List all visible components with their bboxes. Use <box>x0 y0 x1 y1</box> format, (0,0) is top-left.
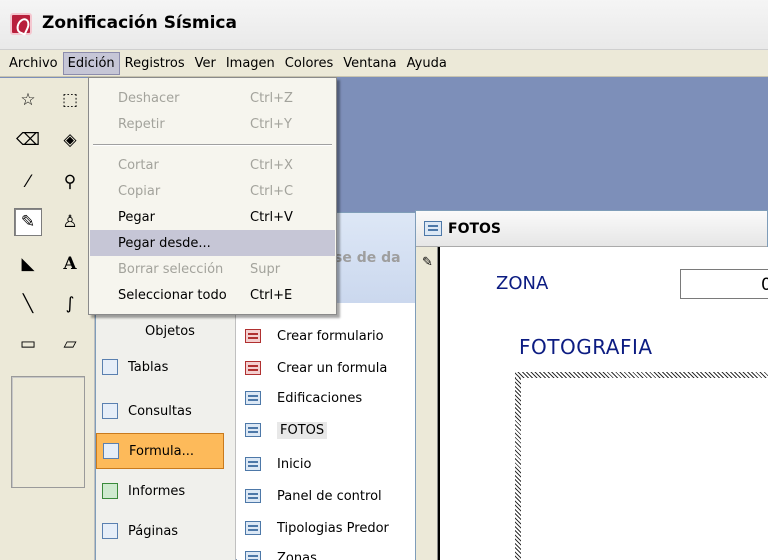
menu-imagen[interactable]: Imagen <box>221 52 280 75</box>
list-item[interactable]: Panel de control <box>245 485 382 507</box>
page-icon <box>102 523 118 539</box>
nav-item-tablas[interactable]: Tablas <box>96 349 236 385</box>
table-icon <box>102 359 118 375</box>
menu-item-pegar-desde[interactable]: Pegar desde... <box>90 230 335 256</box>
pencil-icon[interactable]: ✎ <box>14 208 42 236</box>
eraser-icon[interactable]: ⌫ <box>14 126 42 154</box>
menu-archivo[interactable]: Archivo <box>4 52 63 75</box>
tool-options-panel <box>11 376 85 488</box>
nav-item-consultas[interactable]: Consultas <box>96 393 236 429</box>
airbrush-icon[interactable]: ◣ <box>14 250 42 278</box>
text-icon[interactable]: A <box>56 250 84 278</box>
menu-item-deshacer[interactable]: Deshacer Ctrl+Z <box>90 85 335 111</box>
form-icon <box>245 521 261 535</box>
form-icon <box>245 489 261 503</box>
record-selector[interactable]: ✎ <box>416 247 438 560</box>
nav-item-label: Consultas <box>128 403 192 419</box>
list-item[interactable]: Crear formulario <box>245 325 384 347</box>
edit-pencil-icon: ✎ <box>422 255 433 270</box>
nav-item-formularios[interactable]: Formula... <box>96 433 224 469</box>
zona-value: 0 <box>761 275 768 295</box>
list-item[interactable]: Tipologias Predor <box>245 517 389 539</box>
report-icon <box>102 483 118 499</box>
menu-ver[interactable]: Ver <box>190 52 221 75</box>
eyedropper-icon[interactable]: ⁄ <box>14 168 42 196</box>
curve-icon[interactable]: ∫ <box>56 290 84 318</box>
fotos-form-window: FOTOS ✎ ZONA 0 FOTOGRAFIA <box>415 210 768 560</box>
form-wizard-icon <box>245 361 261 375</box>
nav-item-label: Tablas <box>128 359 169 375</box>
form-icon <box>424 221 442 236</box>
nav-item-paginas[interactable]: Páginas <box>96 513 236 549</box>
nav-header: Objetos <box>96 313 236 349</box>
list-item[interactable]: Edificaciones <box>245 387 362 409</box>
nav-header-label: Objetos <box>145 323 195 339</box>
fotos-title: FOTOS <box>448 221 501 237</box>
edit-menu-dropdown: Deshacer Ctrl+Z Repetir Ctrl+Y Cortar Ct… <box>88 77 337 315</box>
menu-edicion[interactable]: Edición <box>62 51 120 75</box>
menu-registros[interactable]: Registros <box>120 52 190 75</box>
rectangle-icon[interactable]: ▭ <box>14 330 42 358</box>
list-item[interactable]: FOTOS <box>245 419 328 441</box>
form-icon <box>245 457 261 471</box>
menu-item-repetir[interactable]: Repetir Ctrl+Y <box>90 111 335 137</box>
form-icon <box>245 391 261 405</box>
objects-nav: Objetos Tablas Consultas Formula... Info… <box>96 313 236 560</box>
fotos-titlebar[interactable]: FOTOS <box>416 211 767 247</box>
objects-list: Crear formulario Crear un formula Edific… <box>237 313 436 560</box>
fill-bucket-icon[interactable]: ◈ <box>56 126 84 154</box>
query-icon <box>102 403 118 419</box>
menu-item-pegar[interactable]: Pegar Ctrl+V <box>90 204 335 230</box>
list-item[interactable]: Crear un formula <box>245 357 387 379</box>
form-icon <box>245 423 261 437</box>
nav-item-label: Páginas <box>128 523 179 539</box>
nav-item-label: Informes <box>128 483 186 499</box>
brush-icon[interactable]: ♙ <box>56 208 84 236</box>
menu-item-cortar[interactable]: Cortar Ctrl+X <box>90 152 335 178</box>
line-icon[interactable]: ╲ <box>14 290 42 318</box>
app-icon <box>10 13 32 35</box>
database-window-title: se de da <box>334 250 401 266</box>
nav-item-informes[interactable]: Informes <box>96 473 236 509</box>
menu-item-copiar[interactable]: Copiar Ctrl+C <box>90 178 335 204</box>
menu-ayuda[interactable]: Ayuda <box>402 52 452 75</box>
zona-label: ZONA <box>496 273 549 294</box>
app-title: Zonificación Sísmica <box>42 13 237 33</box>
photo-frame[interactable] <box>509 366 768 560</box>
title-bar: Zonificación Sísmica <box>0 0 768 50</box>
toolbox: ☆ ⬚ ⌫ ◈ ⁄ ⚲ ✎ ♙ ◣ A ╲ ∫ ▭ ⏥ ⬭ ▢ <box>0 78 95 560</box>
nav-item-label: Formula... <box>129 443 194 459</box>
zona-field[interactable]: 0 <box>680 269 768 299</box>
menu-ventana[interactable]: Ventana <box>338 52 401 75</box>
menu-item-seleccionar-todo[interactable]: Seleccionar todo Ctrl+E <box>90 282 335 308</box>
fotografia-label: FOTOGRAFIA <box>519 335 653 359</box>
menu-colores[interactable]: Colores <box>280 52 338 75</box>
rect-select-icon[interactable]: ⬚ <box>56 86 84 114</box>
free-select-icon[interactable]: ☆ <box>14 86 42 114</box>
menu-item-borrar-seleccion[interactable]: Borrar selección Supr <box>90 256 335 282</box>
list-item[interactable]: Zonas <box>245 547 317 560</box>
menu-bar: Archivo Edición Registros Ver Imagen Col… <box>0 50 768 77</box>
form-icon <box>245 551 261 560</box>
magnifier-icon[interactable]: ⚲ <box>56 168 84 196</box>
form-wizard-icon <box>245 329 261 343</box>
form-icon <box>103 443 119 459</box>
polygon-icon[interactable]: ⏥ <box>56 330 84 358</box>
photo-area <box>521 378 768 560</box>
menu-separator <box>93 144 332 146</box>
list-item[interactable]: Inicio <box>245 453 311 475</box>
